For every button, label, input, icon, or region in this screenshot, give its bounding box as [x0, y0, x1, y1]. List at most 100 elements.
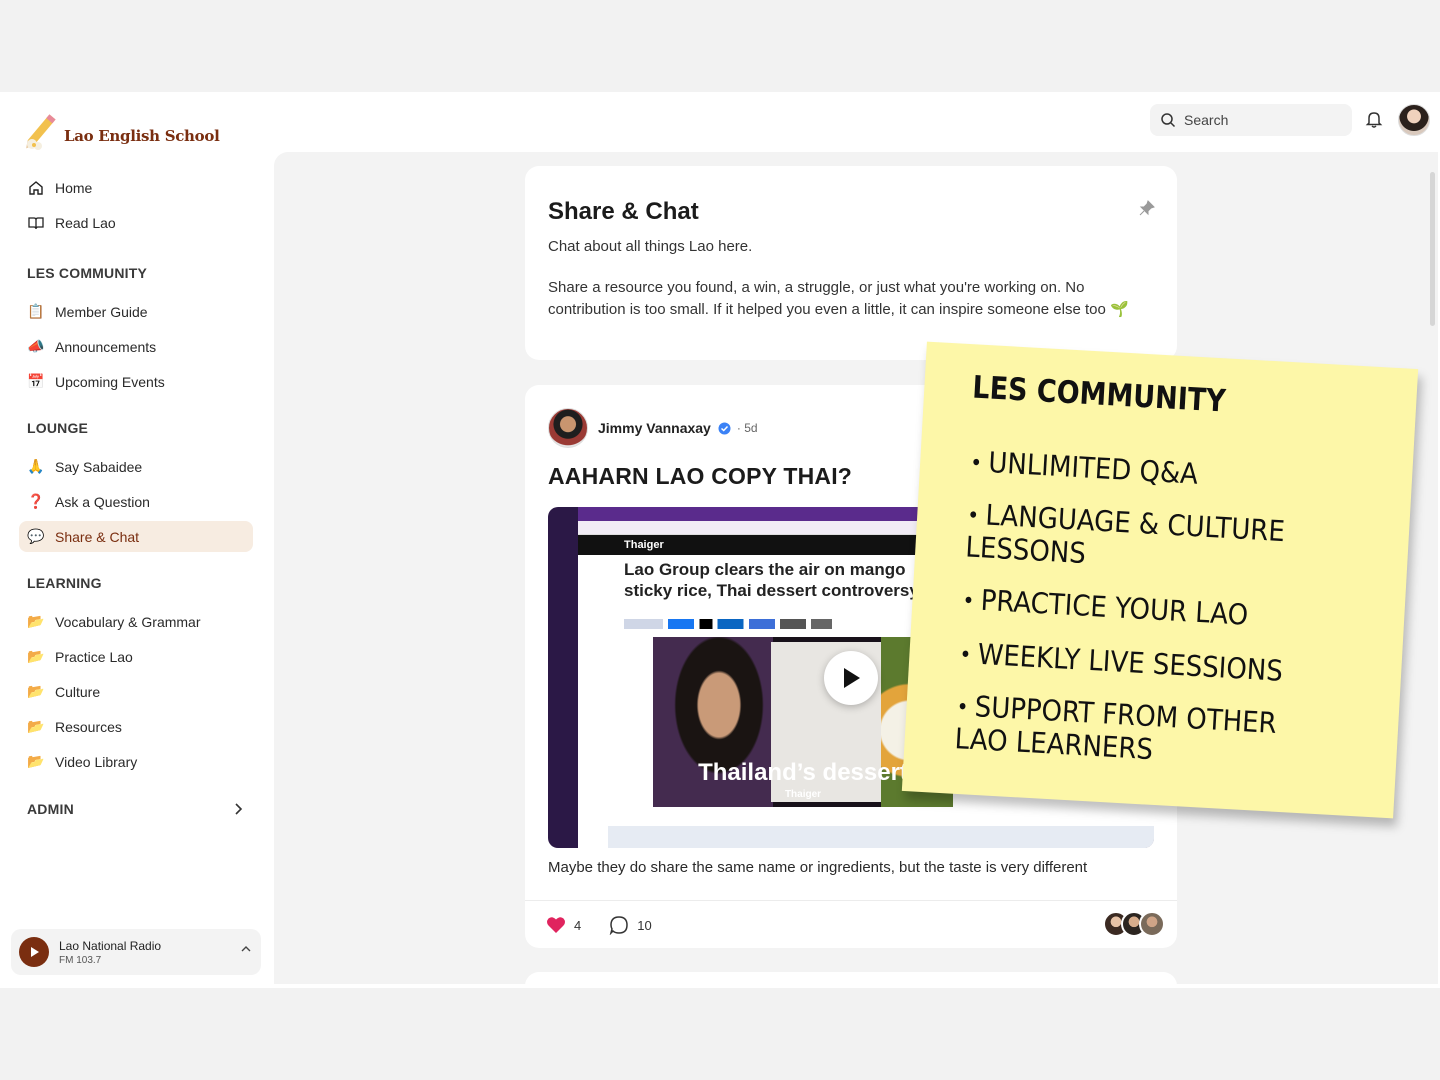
sticky-note: LES COMMUNITY UNLIMITED Q&A LANGUAGE & C… [901, 341, 1419, 819]
pin-button[interactable] [1139, 200, 1155, 221]
space-description: Chat about all things Lao here. [548, 238, 753, 255]
post-header: Jimmy Vannaxay · 5d [548, 408, 758, 448]
sidebar-item-label: Home [55, 179, 93, 196]
radio-station-name: Lao National Radio [59, 938, 162, 953]
sticky-note-item: WEEKLY LIVE SESSIONS [959, 637, 1362, 692]
folder-icon: 📂 [27, 648, 45, 664]
search-input[interactable]: Search [1150, 104, 1352, 136]
brand-name: Lao English School [64, 127, 220, 145]
next-post-card[interactable] [525, 972, 1177, 984]
question-mark-icon: ❓ [27, 493, 45, 509]
folder-icon: 📂 [27, 753, 45, 769]
sidebar-item-label: Upcoming Events [55, 373, 165, 390]
sticky-note-item: LANGUAGE & CULTURE LESSONS [965, 498, 1370, 586]
megaphone-icon: 📣 [27, 338, 45, 354]
sidebar-item-label: Practice Lao [55, 648, 133, 665]
sidebar-item-label: Culture [55, 683, 101, 700]
pencil-flower-logo-icon [26, 114, 56, 150]
play-icon [31, 947, 39, 957]
sidebar-item-announcements[interactable]: 📣 Announcements [19, 331, 253, 362]
comment-count: 10 [637, 917, 652, 933]
radio-frequency: FM 103.7 [59, 954, 102, 966]
sidebar-item-label: Share & Chat [55, 528, 140, 545]
sidebar-item-label: Announcements [55, 338, 157, 355]
pin-icon [1139, 200, 1155, 216]
play-video-button[interactable] [824, 651, 878, 705]
section-title: LES COMMUNITY [27, 265, 148, 281]
sidebar: Lao English School Home Read Lao LES COM… [0, 92, 274, 988]
post-timestamp: · 5d [736, 421, 758, 435]
sidebar-item-vocabulary-grammar[interactable]: 📂 Vocabulary & Grammar [19, 606, 253, 637]
bell-icon [1365, 112, 1383, 128]
participant-avatars[interactable] [1103, 911, 1165, 937]
section-admin[interactable]: ADMIN [19, 798, 253, 820]
sidebar-item-share-chat[interactable]: 💬 Share & Chat [19, 521, 253, 552]
section-title: ADMIN [27, 801, 74, 817]
article-headline: Lao Group clears the air on mango sticky… [624, 560, 919, 600]
verified-badge-icon [718, 422, 731, 434]
post-body: Maybe they do share the same name or ing… [548, 859, 1088, 876]
like-count: 4 [574, 917, 582, 933]
book-icon [27, 214, 45, 232]
comment-icon[interactable] [609, 915, 629, 935]
post-actions: 4 10 [546, 915, 680, 935]
space-header-card: Share & Chat Chat about all things Lao h… [525, 166, 1177, 360]
speech-bubble-icon: 💬 [27, 528, 45, 544]
clipboard-icon: 📋 [27, 303, 45, 319]
sticky-note-title: LES COMMUNITY [971, 369, 1227, 420]
sidebar-item-label: Vocabulary & Grammar [55, 613, 201, 630]
home-icon [27, 179, 45, 197]
sticky-note-item: PRACTICE YOUR LAO [962, 584, 1365, 639]
play-icon [844, 668, 860, 688]
avatar [1139, 911, 1165, 937]
sidebar-item-home[interactable]: Home [19, 172, 253, 203]
section-title: LEARNING [27, 575, 102, 591]
sidebar-item-label: Say Sabaidee [55, 458, 143, 475]
sidebar-item-upcoming-events[interactable]: 📅 Upcoming Events [19, 366, 253, 397]
folder-icon: 📂 [27, 718, 45, 734]
notifications-button[interactable] [1364, 109, 1384, 134]
section-lounge: LOUNGE 🙏 Say Sabaidee ❓ Ask a Question 💬… [19, 417, 253, 556]
sidebar-item-label: Ask a Question [55, 493, 150, 510]
space-description-detail: Share a resource you found, a win, a str… [548, 279, 1129, 318]
sidebar-item-culture[interactable]: 📂 Culture [19, 676, 253, 707]
section-learning: LEARNING 📂 Vocabulary & Grammar 📂 Practi… [19, 572, 253, 781]
sidebar-item-resources[interactable]: 📂 Resources [19, 711, 253, 742]
brand-logo[interactable]: Lao English School [20, 112, 220, 154]
section-title: LOUNGE [27, 420, 89, 436]
play-radio-button[interactable] [19, 937, 49, 967]
radio-player[interactable]: Lao National Radio FM 103.7 [11, 929, 261, 975]
sidebar-item-label: Resources [55, 718, 122, 735]
calendar-icon: 📅 [27, 373, 45, 389]
search-placeholder: Search [1184, 112, 1229, 128]
divider [525, 900, 1177, 901]
sidebar-item-label: Member Guide [55, 303, 148, 320]
praying-hands-icon: 🙏 [27, 458, 45, 474]
page-title: Share & Chat [548, 198, 699, 225]
sticky-note-list: UNLIMITED Q&A LANGUAGE & CULTURE LESSONS… [954, 447, 1372, 775]
folder-icon: 📂 [27, 613, 45, 629]
search-icon [1161, 113, 1176, 128]
heart-icon[interactable] [546, 916, 566, 934]
sidebar-item-ask-a-question[interactable]: ❓ Ask a Question [19, 486, 253, 517]
sticky-note-item: UNLIMITED Q&A [969, 446, 1372, 501]
section-les-community: LES COMMUNITY 📋 Member Guide 📣 Announcem… [19, 262, 253, 401]
scrollbar[interactable] [1430, 172, 1435, 326]
user-avatar[interactable] [1398, 104, 1430, 136]
sidebar-item-video-library[interactable]: 📂 Video Library [19, 746, 253, 777]
folder-icon: 📂 [27, 683, 45, 699]
author-avatar[interactable] [548, 408, 588, 448]
sidebar-item-practice-lao[interactable]: 📂 Practice Lao [19, 641, 253, 672]
main-nav: Home Read Lao [19, 172, 253, 242]
author-name[interactable]: Jimmy Vannaxay [598, 420, 711, 436]
sidebar-item-say-sabaidee[interactable]: 🙏 Say Sabaidee [19, 451, 253, 482]
sidebar-item-read-lao[interactable]: Read Lao [19, 207, 253, 238]
sticky-note-item: SUPPORT FROM OTHER LAO LEARNERS [954, 690, 1287, 774]
sidebar-item-member-guide[interactable]: 📋 Member Guide [19, 296, 253, 327]
sidebar-item-label: Video Library [55, 753, 138, 770]
sidebar-item-label: Read Lao [55, 214, 116, 231]
chevron-up-icon[interactable] [241, 945, 251, 953]
post-title[interactable]: AAHARN LAO COPY THAI? [548, 463, 852, 490]
admin-toggle[interactable]: ADMIN [19, 798, 253, 820]
chevron-right-icon [235, 803, 243, 815]
